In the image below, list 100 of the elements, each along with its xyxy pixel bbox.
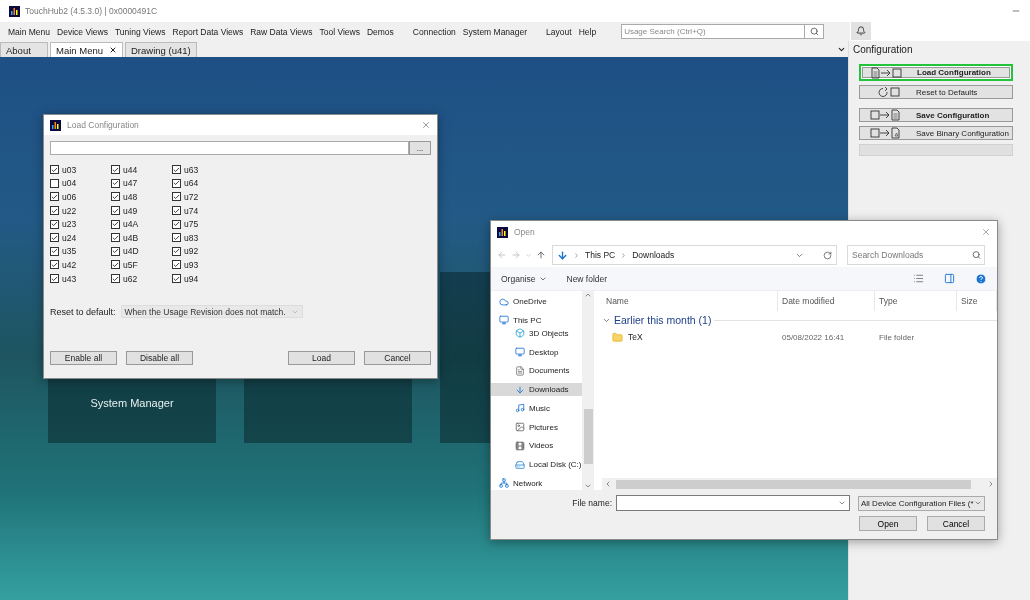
search-button[interactable]	[804, 24, 825, 39]
close-icon[interactable]	[109, 46, 117, 54]
checkbox[interactable]	[50, 233, 59, 243]
organise-menu[interactable]: Organise	[501, 273, 547, 284]
checkbox[interactable]	[172, 178, 181, 188]
up-icon[interactable]	[536, 250, 546, 260]
checkbox[interactable]	[111, 206, 120, 216]
checkbox[interactable]	[172, 260, 181, 270]
new-folder-button[interactable]: New folder	[566, 273, 608, 284]
navigation-item[interactable]: Local Disk (C:)	[491, 458, 582, 472]
checkbox[interactable]	[111, 260, 120, 270]
checkbox[interactable]	[50, 165, 59, 175]
refresh-icon[interactable]	[823, 250, 832, 260]
menu-item[interactable]: Tuning Views	[114, 26, 170, 37]
horizontal-scrollbar[interactable]	[602, 478, 997, 490]
dialog-button[interactable]: Disable all	[126, 351, 193, 366]
configuration-button[interactable]: Reset to Defaults	[859, 85, 1013, 99]
breadcrumb-item[interactable]: Downloads	[632, 250, 675, 260]
navigation-item[interactable]: Music	[491, 401, 582, 415]
dropdown-icon[interactable]	[838, 499, 846, 507]
checkbox[interactable]	[111, 219, 120, 229]
column-header[interactable]: Date modified	[778, 291, 875, 311]
search-field[interactable]: Search Downloads	[847, 245, 985, 265]
navigation-item[interactable]: Pictures	[491, 420, 582, 434]
column-header[interactable]: Type	[875, 291, 957, 311]
checkbox[interactable]	[50, 260, 59, 270]
menu-item[interactable]: Connection	[412, 26, 460, 37]
group-header[interactable]: Earlier this month (1)	[614, 314, 712, 326]
file-name-field[interactable]	[616, 495, 850, 511]
checkbox[interactable]	[172, 246, 181, 256]
checkbox[interactable]	[172, 165, 181, 175]
address-bar[interactable]: This PC Downloads	[552, 245, 837, 265]
column-header[interactable]: Size	[957, 291, 997, 311]
menu-item[interactable]: Main Menu	[8, 26, 55, 37]
checkbox[interactable]	[172, 206, 181, 216]
checkbox[interactable]	[111, 192, 120, 202]
navigation-item[interactable]: OneDrive	[491, 295, 582, 309]
menu-tile[interactable]: System Manager	[48, 379, 216, 443]
checkbox[interactable]	[172, 219, 181, 229]
checkbox[interactable]	[50, 206, 59, 216]
scroll-right-icon[interactable]	[987, 480, 995, 488]
file-type-dropdown[interactable]: All Device Configuration Files (*	[858, 495, 985, 511]
dialog-button[interactable]: Open	[859, 516, 917, 531]
configuration-button[interactable]: Load Configuration	[859, 64, 1013, 81]
dialog-button[interactable]: Cancel	[927, 516, 985, 531]
reset-dropdown[interactable]: When the Usage Revision does not match.	[120, 305, 303, 319]
document-tab[interactable]: About	[0, 42, 48, 57]
checkbox[interactable]	[111, 274, 120, 284]
navigation-item[interactable]: Documents	[491, 364, 582, 378]
document-tab[interactable]: Main Menu	[50, 42, 123, 57]
menu-item[interactable]: System Manager	[462, 26, 532, 37]
menu-item[interactable]: Demos	[366, 26, 398, 37]
navigation-item[interactable]: Downloads	[491, 383, 582, 397]
checkbox[interactable]	[172, 233, 181, 243]
navigation-item[interactable]: Network	[491, 476, 582, 490]
navigation-item[interactable]: Videos	[491, 439, 582, 453]
checkbox[interactable]	[50, 178, 59, 188]
file-name-cell[interactable]: TeX	[602, 331, 778, 343]
configuration-button[interactable]: Save Binary Configuration	[859, 126, 1013, 140]
checkbox[interactable]	[111, 178, 120, 188]
menu-item[interactable]: Device Views	[57, 26, 112, 37]
checkbox[interactable]	[111, 165, 120, 175]
dialog-button[interactable]: Cancel	[364, 351, 431, 366]
breadcrumb-item[interactable]: This PC	[585, 250, 616, 260]
checkbox[interactable]	[111, 233, 120, 243]
navigation-item[interactable]: This PC	[491, 313, 582, 327]
checkbox[interactable]	[172, 274, 181, 284]
view-options-icon[interactable]	[913, 273, 924, 284]
checkbox[interactable]	[172, 192, 181, 202]
menu-item[interactable]: Help	[578, 26, 601, 37]
navigation-item[interactable]: Desktop	[491, 345, 582, 359]
menu-item[interactable]: Layout	[546, 26, 576, 37]
usage-search-field[interactable]: Usage Search (Ctrl+Q)	[621, 24, 805, 39]
dialog-button[interactable]: Load	[288, 351, 355, 366]
menu-tile[interactable]	[440, 272, 490, 443]
vertical-scrollbar[interactable]	[582, 291, 594, 490]
menu-item[interactable]: Raw Data Views	[250, 26, 317, 37]
configuration-button[interactable]: Save Configuration	[859, 108, 1013, 122]
navigation-item[interactable]: 3D Objects	[491, 326, 582, 340]
path-field[interactable]	[50, 141, 409, 155]
scrollbar-thumb[interactable]	[583, 409, 593, 464]
dialog-button[interactable]: Enable all	[50, 351, 117, 366]
menu-item[interactable]: Tool Views	[319, 26, 364, 37]
document-tab[interactable]: Drawing (u41)	[125, 42, 197, 57]
scroll-up-icon[interactable]	[584, 291, 592, 299]
preview-pane-icon[interactable]	[944, 273, 955, 284]
scroll-left-icon[interactable]	[604, 480, 612, 488]
menu-tile[interactable]	[244, 379, 412, 443]
checkbox[interactable]	[50, 274, 59, 284]
checkbox[interactable]	[111, 246, 120, 256]
checkbox-label: u47	[123, 178, 138, 189]
checkbox[interactable]	[50, 192, 59, 202]
notification-tab[interactable]	[851, 22, 871, 40]
checkbox[interactable]	[50, 246, 59, 256]
menu-item[interactable]: Report Data Views	[172, 26, 248, 37]
browse-button[interactable]: ...	[409, 141, 431, 155]
scroll-down-icon[interactable]	[584, 482, 592, 490]
column-header[interactable]: Name	[602, 291, 778, 311]
help-icon[interactable]	[975, 272, 987, 285]
checkbox[interactable]	[50, 219, 59, 229]
